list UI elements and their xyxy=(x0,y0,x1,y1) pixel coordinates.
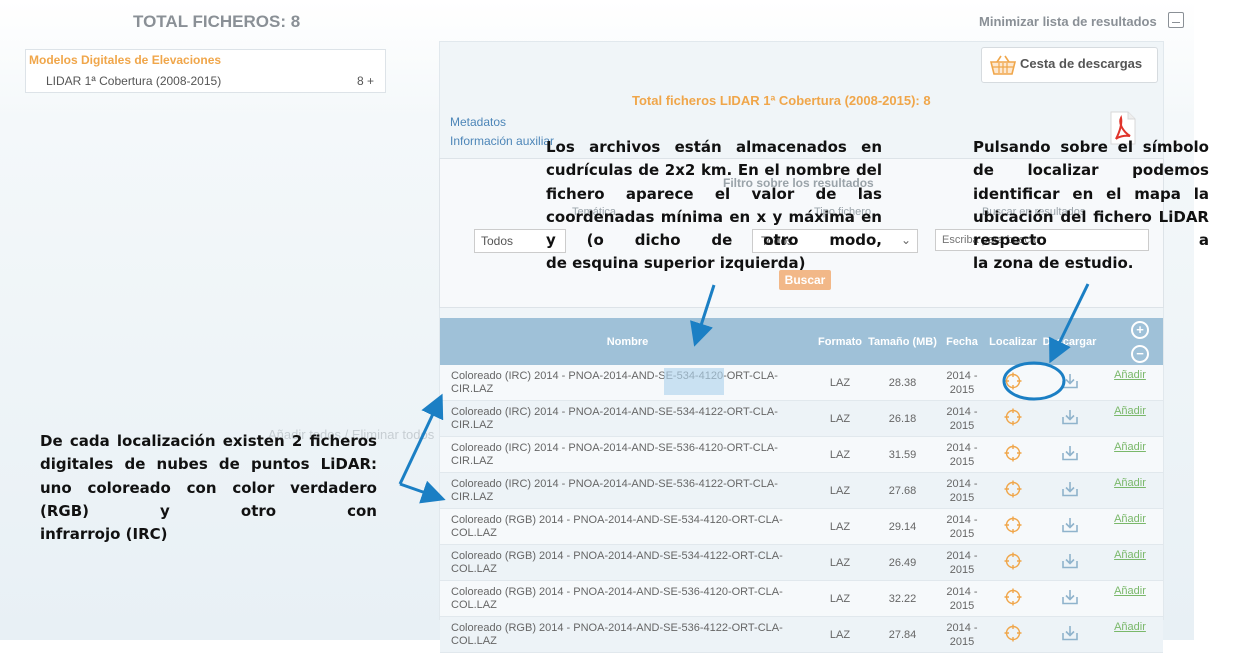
arrow-to-locate-icon xyxy=(1049,283,1090,364)
annotation-line: Los archivos están almacenados en xyxy=(546,138,882,156)
annotation-line: la zona de estudio. xyxy=(973,254,1134,273)
annotation-line: infrarrojo (IRC) xyxy=(40,525,168,544)
annotation-line: Pulsando sobre el xyxy=(973,138,1134,156)
locate-highlight-ellipse xyxy=(1002,361,1066,401)
annotation-arrows xyxy=(398,283,1090,504)
annotation-line: De cada localización existen 2 xyxy=(40,432,303,450)
annotation-line: cudrículas de 2x2 km. En el nombre xyxy=(546,161,851,180)
arrow-to-coordinates xyxy=(690,284,716,347)
annotation-coordinates: Los archivos están almacenados en cudríc… xyxy=(546,136,882,276)
arrow-to-rgb-row xyxy=(399,480,446,504)
annotation-line: coordenadas mínima en x y xyxy=(546,207,783,226)
annotation-locate: Pulsando sobre el símbolo de localizar p… xyxy=(973,136,1209,276)
annotation-file-types: De cada localización existen 2 ficheros … xyxy=(40,430,377,546)
annotation-line: de esquina superior izquierda) xyxy=(546,254,806,273)
arrow-to-irc-row xyxy=(398,393,444,485)
page: TOTAL FICHEROS: 8 Minimizar lista de res… xyxy=(0,0,1242,667)
